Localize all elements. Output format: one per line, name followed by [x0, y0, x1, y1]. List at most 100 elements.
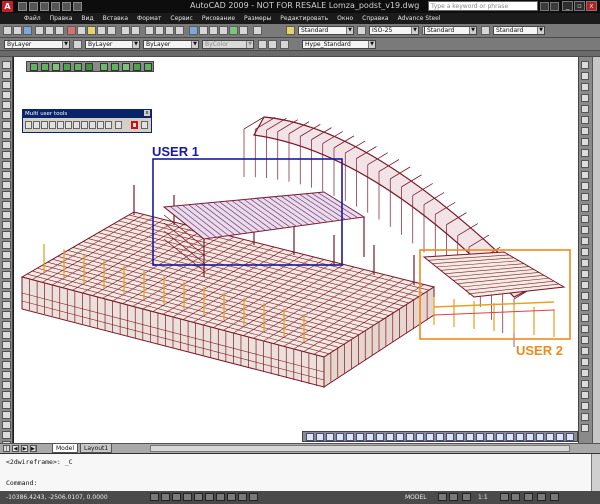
modify-tool-icon[interactable]	[581, 292, 589, 300]
menu-item[interactable]: Файл	[24, 13, 41, 22]
zoom-window-icon[interactable]	[165, 26, 174, 35]
save-icon[interactable]	[40, 2, 49, 11]
annotation-scale[interactable]: 1:1	[478, 494, 488, 501]
modify-tool-icon[interactable]	[581, 94, 589, 102]
modify-tool-icon[interactable]	[581, 325, 589, 333]
modify-tool-icon[interactable]	[581, 336, 589, 344]
annotation-visibility-icon[interactable]	[500, 493, 509, 501]
tab-model[interactable]: Model	[52, 444, 79, 453]
draw-tool-icon[interactable]	[2, 311, 11, 319]
modify-tool-icon[interactable]	[581, 83, 589, 91]
modify-tool-icon[interactable]	[581, 237, 589, 245]
menu-item[interactable]: Формат	[137, 13, 161, 22]
zoom-previous-icon[interactable]	[175, 26, 184, 35]
dynamic-input-icon[interactable]	[227, 493, 236, 501]
help-icon[interactable]	[253, 26, 262, 35]
draw-tool-icon[interactable]	[2, 151, 11, 159]
draw-tool-icon[interactable]	[2, 111, 11, 119]
menu-item[interactable]: Размеры	[244, 13, 271, 22]
modify-tool-icon[interactable]	[581, 380, 589, 388]
draw-tool-icon[interactable]	[2, 181, 11, 189]
release-icon[interactable]	[141, 121, 148, 129]
match-properties-icon[interactable]	[97, 26, 106, 35]
draw-tool-icon[interactable]	[2, 281, 11, 289]
menu-item[interactable]: Advance Steel	[398, 13, 441, 22]
menu-item[interactable]: Редактировать	[280, 13, 328, 22]
modify-tool-icon[interactable]	[581, 72, 589, 80]
modify-tool-icon[interactable]	[581, 369, 589, 377]
draw-tool-icon[interactable]	[2, 61, 11, 69]
menu-item[interactable]: Вставка	[103, 13, 128, 22]
view-tool-icon[interactable]	[546, 433, 554, 441]
table-style-select[interactable]: Standard ▼	[424, 26, 477, 35]
highlight-user-icon[interactable]	[131, 121, 138, 129]
modify-tool-icon[interactable]	[581, 226, 589, 234]
new-icon[interactable]	[3, 26, 12, 35]
zoom-realtime-icon[interactable]	[155, 26, 164, 35]
export-icon[interactable]	[89, 121, 96, 129]
view-tool-icon[interactable]	[466, 433, 474, 441]
modify-tool-icon[interactable]	[581, 193, 589, 201]
command-prompt[interactable]: Command:	[6, 479, 37, 487]
close-button[interactable]: x	[586, 1, 597, 11]
redo-icon[interactable]	[131, 26, 140, 35]
undo-icon[interactable]	[121, 26, 130, 35]
refresh-icon[interactable]	[57, 121, 64, 129]
autocad-logo-icon[interactable]: A	[2, 1, 13, 12]
modify-tool-icon[interactable]	[581, 204, 589, 212]
view-tool-icon[interactable]	[446, 433, 454, 441]
view-tool-icon[interactable]	[316, 433, 324, 441]
modify-tool-icon[interactable]	[581, 347, 589, 355]
view-tool-icon[interactable]	[356, 433, 364, 441]
model-space-indicator[interactable]: MODEL	[405, 494, 427, 501]
drawing-style-icon[interactable]	[144, 63, 152, 71]
menu-item[interactable]: Окно	[337, 13, 353, 22]
draw-tool-icon[interactable]	[2, 331, 11, 339]
plot-icon[interactable]	[35, 26, 44, 35]
view-tool-icon[interactable]	[326, 433, 334, 441]
markup-icon[interactable]	[229, 26, 238, 35]
open-icon[interactable]	[13, 26, 22, 35]
weld-icon[interactable]	[74, 63, 82, 71]
open-file-icon[interactable]	[29, 2, 38, 11]
view-tool-icon[interactable]	[506, 433, 514, 441]
draw-tool-icon[interactable]	[2, 341, 11, 349]
view-tool-icon[interactable]	[516, 433, 524, 441]
view-tool-icon[interactable]	[336, 433, 344, 441]
draw-tool-icon[interactable]	[2, 361, 11, 369]
users-icon[interactable]	[73, 121, 80, 129]
modify-tool-icon[interactable]	[581, 402, 589, 410]
draw-tool-icon[interactable]	[2, 171, 11, 179]
modify-tool-icon[interactable]	[581, 281, 589, 289]
snap-mode-icon[interactable]	[150, 493, 159, 501]
import-icon[interactable]	[81, 121, 88, 129]
check-icon[interactable]	[122, 63, 130, 71]
draw-tool-icon[interactable]	[2, 271, 11, 279]
visual-style-icon[interactable]	[258, 40, 267, 49]
modify-tool-icon[interactable]	[581, 160, 589, 168]
modify-tool-icon[interactable]	[581, 61, 589, 69]
view-tool-icon[interactable]	[566, 433, 574, 441]
bolt-icon[interactable]	[63, 63, 71, 71]
draw-tool-icon[interactable]	[2, 241, 11, 249]
auto-scale-icon[interactable]	[511, 493, 520, 501]
draw-tool-icon[interactable]	[2, 81, 11, 89]
prev-tab-icon[interactable]: ◀	[12, 445, 19, 452]
draw-tool-icon[interactable]	[2, 71, 11, 79]
modify-tool-icon[interactable]	[581, 358, 589, 366]
communication-center-icon[interactable]	[550, 2, 559, 11]
draw-tool-icon[interactable]	[2, 91, 11, 99]
joint-icon[interactable]	[85, 63, 93, 71]
connect-icon[interactable]	[25, 121, 32, 129]
view-tool-icon[interactable]	[476, 433, 484, 441]
draw-tool-icon[interactable]	[2, 251, 11, 259]
command-scrollbar[interactable]	[591, 454, 600, 492]
draw-tool-icon[interactable]	[2, 131, 11, 139]
view-tool-icon[interactable]	[496, 433, 504, 441]
search-input[interactable]: Type a keyword or phrase	[428, 1, 538, 11]
pan-icon[interactable]	[145, 26, 154, 35]
minimize-button[interactable]: _	[562, 1, 573, 11]
view-tool-icon[interactable]	[556, 433, 564, 441]
modify-tool-icon[interactable]	[581, 259, 589, 267]
draw-tool-icon[interactable]	[2, 141, 11, 149]
